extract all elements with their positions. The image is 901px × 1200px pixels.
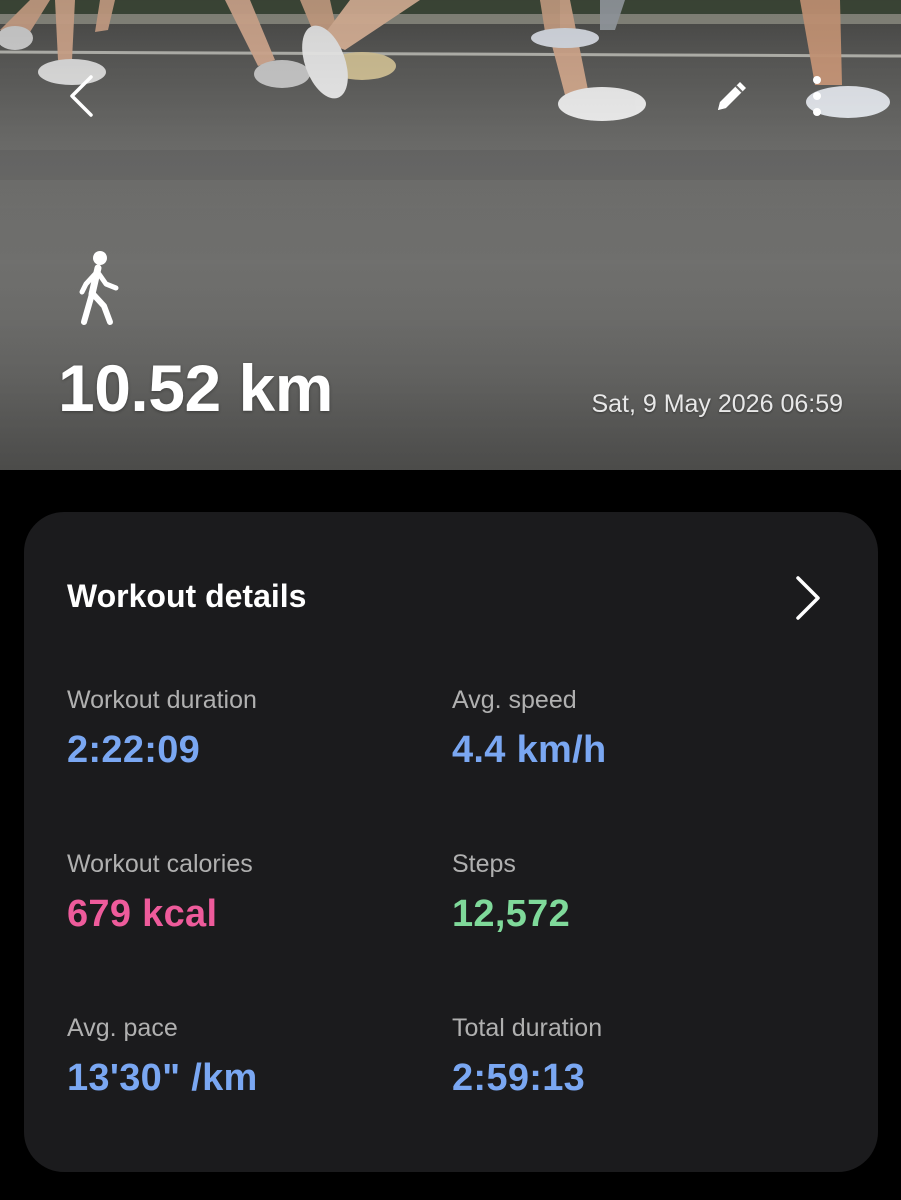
metric-label: Workout duration [67,686,257,714]
metric-value: 2:22:09 [67,729,201,771]
metric-avg-speed: Avg. speed 4.4 km/h [452,686,606,772]
more-vertical-icon [813,76,821,116]
workout-summary-screen: 10.52 km Sat, 9 May 2026 06:59 Workout d… [0,0,901,1200]
metric-value: 13'30" /km [67,1057,258,1099]
metric-workout-duration: Workout duration 2:22:09 [67,686,257,772]
card-title: Workout details [67,578,307,614]
metric-label: Workout calories [67,850,253,878]
metric-value: 679 kcal [67,893,218,935]
metric-value: 12,572 [452,893,571,935]
metric-label: Total duration [452,1014,603,1042]
metric-total-duration: Total duration 2:59:13 [452,1014,602,1100]
workout-datetime: Sat, 9 May 2026 06:59 [591,390,843,418]
pencil-icon [718,82,746,110]
more-options-button[interactable] [785,64,849,128]
metric-workout-calories: Workout calories 679 kcal [67,850,253,936]
edit-button[interactable] [700,64,764,128]
metric-label: Avg. speed [452,686,577,714]
chevron-left-icon [70,75,93,117]
hero-photo-header: 10.52 km Sat, 9 May 2026 06:59 [0,0,901,470]
metric-label: Avg. pace [67,1014,178,1042]
walking-person-icon [79,251,119,325]
workout-details-card: Workout details Workout duration 2:22:09… [24,512,878,1172]
metric-label: Steps [452,850,516,878]
workout-details-header[interactable]: Workout details [24,512,878,682]
metric-avg-pace: Avg. pace 13'30" /km [67,1014,258,1100]
chevron-right-icon [796,576,820,620]
metric-value: 4.4 km/h [452,729,607,771]
workout-distance: 10.52 km [58,351,333,425]
metric-steps: Steps 12,572 [452,850,570,936]
metric-value: 2:59:13 [452,1057,586,1099]
back-button[interactable] [50,64,114,128]
